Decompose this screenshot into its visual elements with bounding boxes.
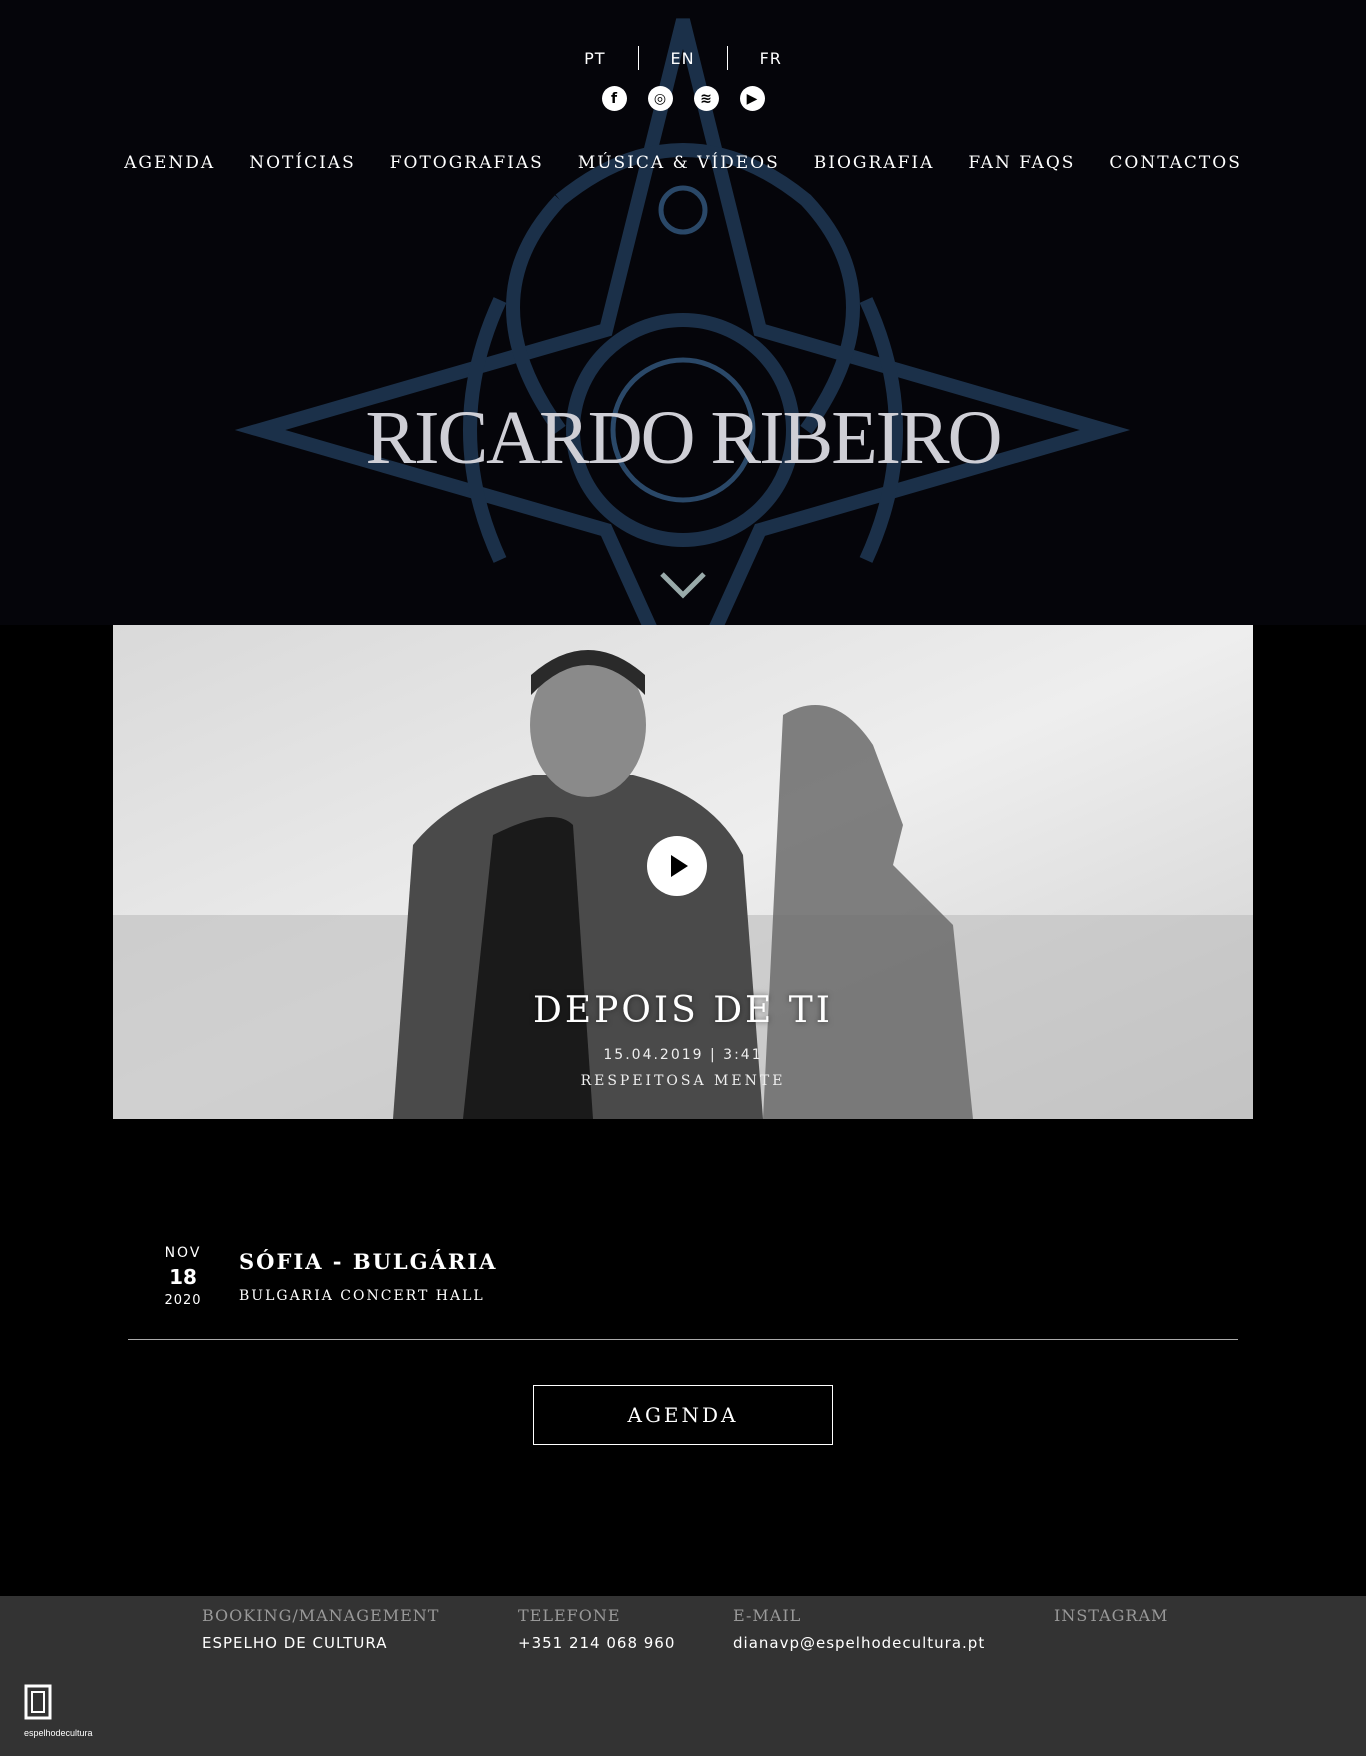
footer-email: E-MAIL dianavp@espelhodecultura.pt <box>733 1606 985 1652</box>
nav-musica-videos[interactable]: MÚSICA & VÍDEOS <box>578 153 780 173</box>
event-divider <box>128 1339 1238 1340</box>
nav-biografia[interactable]: BIOGRAFIA <box>814 153 935 173</box>
video-title: DEPOIS DE TI <box>532 990 834 1031</box>
video-album: RESPEITOSA MENTE <box>580 1073 786 1089</box>
event-month: NOV <box>164 1245 202 1261</box>
nav-fan-faqs[interactable]: FAN FAQS <box>968 153 1075 173</box>
spotify-icon[interactable]: ≋ <box>693 86 719 111</box>
footer-booking-label: BOOKING/MANAGEMENT <box>202 1606 440 1625</box>
film-frame-icon <box>24 1684 52 1720</box>
nav-noticias[interactable]: NOTÍCIAS <box>249 153 356 173</box>
youtube-icon[interactable]: ▶ <box>739 86 765 111</box>
nav-agenda[interactable]: AGENDA <box>124 153 215 173</box>
main-nav: AGENDA NOTÍCIAS FOTOGRAFIAS MÚSICA & VÍD… <box>0 153 1366 173</box>
hero-section: PT EN FR f ◎ ≋ ▶ AGENDA NOTÍCIAS FOTOGRA… <box>0 0 1366 625</box>
play-icon <box>671 855 688 877</box>
featured-video[interactable]: DEPOIS DE TI 15.04.2019 | 3:41 RESPEITOS… <box>113 625 1253 1119</box>
play-button[interactable] <box>647 836 707 896</box>
event-year: 2020 <box>164 1293 202 1308</box>
agenda-button[interactable]: AGENDA <box>533 1385 833 1445</box>
footer-instagram: INSTAGRAM <box>1054 1606 1168 1625</box>
footer-instagram-label[interactable]: INSTAGRAM <box>1054 1606 1168 1625</box>
footer-phone: TELEFONE +351 214 068 960 <box>518 1606 675 1652</box>
footer-booking: BOOKING/MANAGEMENT ESPELHO DE CULTURA <box>202 1606 439 1652</box>
footer-phone-label: TELEFONE <box>518 1606 621 1625</box>
event-item[interactable]: NOV 18 2020 SÓFIA - BULGÁRIA BULGARIA CO… <box>128 1245 1238 1341</box>
instagram-icon[interactable]: ◎ <box>647 86 673 111</box>
lang-en[interactable]: EN <box>639 49 727 68</box>
espelho-logo-text: espelhodecultura <box>24 1728 93 1738</box>
nav-contactos[interactable]: CONTACTOS <box>1109 153 1241 173</box>
event-venue: BULGARIA CONCERT HALL <box>239 1288 485 1304</box>
language-switcher: PT EN FR <box>0 46 1366 70</box>
footer: BOOKING/MANAGEMENT ESPELHO DE CULTURA TE… <box>0 1596 1366 1756</box>
event-date: NOV 18 2020 <box>128 1245 238 1308</box>
lang-fr[interactable]: FR <box>728 49 814 68</box>
lang-pt[interactable]: PT <box>552 49 637 68</box>
chevron-down-icon[interactable] <box>658 570 708 600</box>
site-logo[interactable]: RICARDO RIBEIRO <box>0 395 1366 482</box>
footer-email-value[interactable]: dianavp@espelhodecultura.pt <box>733 1634 985 1652</box>
event-city: SÓFIA - BULGÁRIA <box>239 1249 498 1274</box>
espelho-logo[interactable]: espelhodecultura <box>24 1684 94 1738</box>
video-meta: 15.04.2019 | 3:41 <box>603 1047 763 1063</box>
social-links: f ◎ ≋ ▶ <box>0 86 1366 111</box>
footer-email-label: E-MAIL <box>733 1606 802 1625</box>
nav-fotografias[interactable]: FOTOGRAFIAS <box>390 153 544 173</box>
footer-booking-value: ESPELHO DE CULTURA <box>202 1634 388 1652</box>
event-day: 18 <box>169 1265 197 1289</box>
footer-phone-value[interactable]: +351 214 068 960 <box>518 1634 675 1652</box>
facebook-icon[interactable]: f <box>601 86 627 111</box>
